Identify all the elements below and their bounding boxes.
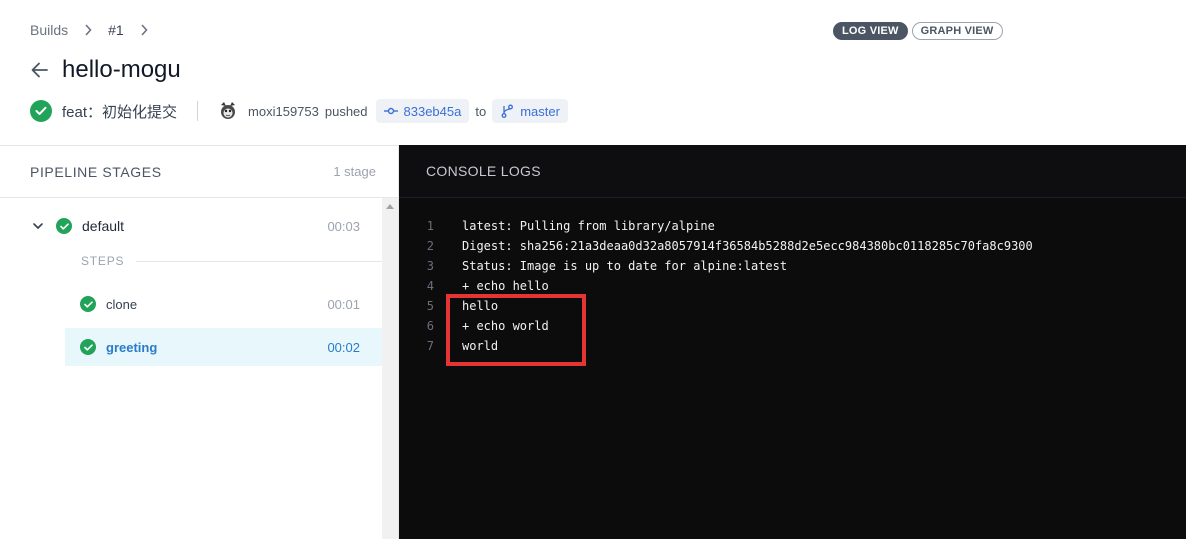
title-row: hello-mogu <box>30 56 181 84</box>
step-row-clone[interactable]: clone 00:01 <box>65 285 382 323</box>
back-arrow-icon[interactable] <box>30 60 50 80</box>
commit-sha: 833eb45a <box>403 103 462 119</box>
branch-icon <box>501 104 514 118</box>
to-label: to <box>475 103 487 119</box>
line-number: 4 <box>426 279 434 293</box>
view-toggle: LOG VIEW GRAPH VIEW <box>833 22 1003 40</box>
log-line: 4 + echo hello <box>399 276 1186 296</box>
line-number: 1 <box>426 219 434 233</box>
commit-author: moxi159753 <box>248 103 319 119</box>
branch-name: master <box>520 103 560 119</box>
success-check-icon <box>80 296 96 312</box>
success-check-icon <box>30 100 52 122</box>
line-number: 6 <box>426 319 434 333</box>
line-number: 2 <box>426 239 434 253</box>
log-text: + echo hello <box>462 279 549 293</box>
steps-section-label: STEPS <box>81 254 382 268</box>
step-duration: 00:01 <box>327 296 360 312</box>
step-name: greeting <box>106 339 158 355</box>
stage-row-default[interactable]: default 00:03 <box>30 212 360 240</box>
commit-sha-chip[interactable]: 833eb45a <box>375 99 470 123</box>
chevron-down-icon[interactable] <box>30 218 46 234</box>
line-number: 7 <box>426 339 434 353</box>
commit-info: feat：初始化提交 moxi159753 pushed 833eb45a to… <box>30 97 568 125</box>
log-line: 1 latest: Pulling from library/alpine <box>399 216 1186 236</box>
scroll-up-arrow-icon[interactable] <box>386 204 394 209</box>
commit-message: feat：初始化提交 <box>62 103 178 121</box>
commit-icon <box>383 107 398 115</box>
console-header: CONSOLE LOGS <box>399 145 1186 198</box>
chevron-right-icon <box>140 24 148 36</box>
breadcrumb-build-number[interactable]: #1 <box>108 22 124 38</box>
divider <box>197 101 199 121</box>
breadcrumb-builds[interactable]: Builds <box>30 22 68 38</box>
commit-action: pushed <box>324 103 368 119</box>
step-row-greeting[interactable]: greeting 00:02 <box>65 328 382 366</box>
stage-name: default <box>82 218 125 234</box>
steps-label: STEPS <box>81 254 125 268</box>
line-number: 3 <box>426 259 434 273</box>
graph-view-button[interactable]: GRAPH VIEW <box>911 22 1003 40</box>
divider <box>136 260 382 262</box>
stage-count: 1 stage <box>333 164 376 179</box>
success-check-icon <box>56 218 72 234</box>
breadcrumb: Builds #1 <box>30 22 164 38</box>
log-text: Digest: sha256:21a3deaa0d32a8057914f3658… <box>462 239 1033 253</box>
pipeline-stages-header: PIPELINE STAGES 1 stage <box>0 146 398 198</box>
stage-duration: 00:03 <box>327 218 360 234</box>
console-panel: CONSOLE LOGS 1 latest: Pulling from libra… <box>399 145 1186 539</box>
log-line: 2 Digest: sha256:21a3deaa0d32a8057914f365… <box>399 236 1186 256</box>
log-text: Status: Image is up to date for alpine:l… <box>462 259 788 273</box>
step-name: clone <box>106 296 138 312</box>
step-duration: 00:02 <box>327 339 360 355</box>
pipeline-stages-title: PIPELINE STAGES <box>30 163 162 180</box>
page-title: hello-mogu <box>62 56 181 83</box>
log-view-button[interactable]: LOG VIEW <box>833 22 908 40</box>
log-line: 3 Status: Image is up to date for alpine:… <box>399 256 1186 276</box>
log-text: latest: Pulling from library/alpine <box>462 219 715 233</box>
branch-chip[interactable]: master <box>492 99 568 123</box>
stages-list: default 00:03 STEPS <box>0 198 398 539</box>
scrollbar[interactable] <box>382 198 398 539</box>
chevron-right-icon <box>84 24 92 36</box>
success-check-icon <box>80 339 96 355</box>
avatar <box>218 101 238 121</box>
console-title: CONSOLE LOGS <box>426 163 541 179</box>
line-number: 5 <box>426 299 434 313</box>
highlight-annotation-box <box>446 294 586 366</box>
